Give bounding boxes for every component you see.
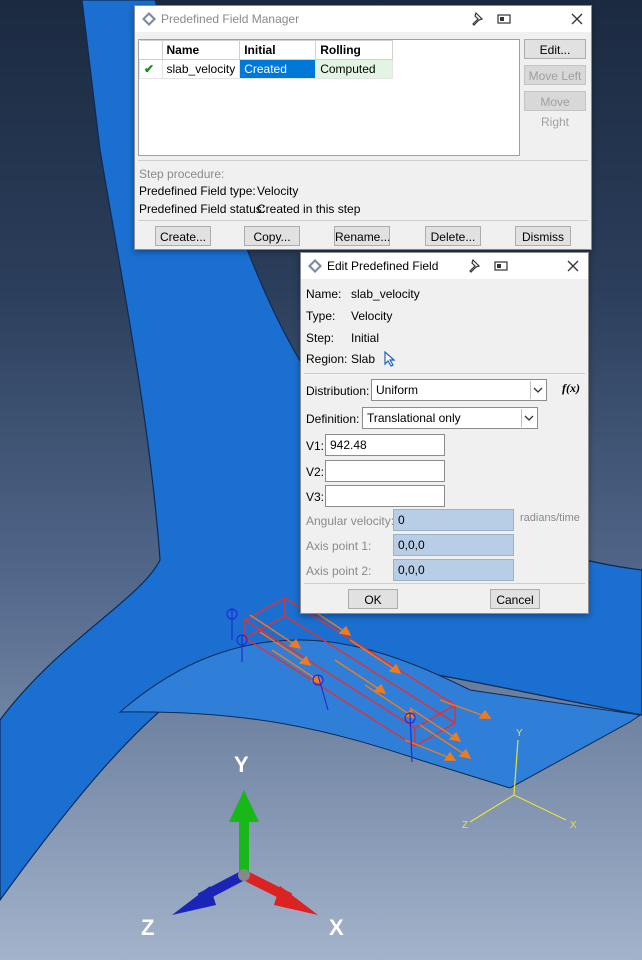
step-procedure-label: Step procedure: xyxy=(139,167,225,181)
v1-input[interactable]: 942.48 xyxy=(325,434,445,456)
manager-separator-1 xyxy=(138,160,588,161)
close-icon[interactable] xyxy=(569,11,585,27)
region-label: Region: xyxy=(306,352,348,366)
chevron-down-icon xyxy=(521,409,536,427)
editor-separator-2 xyxy=(304,583,585,584)
predefined-field-manager-dialog: Predefined Field Manager Name Initial Ro… xyxy=(134,5,592,250)
axis-point-1-input[interactable]: 0,0,0 xyxy=(393,534,514,556)
v2-label: V2: xyxy=(306,465,325,479)
copy-button[interactable]: Copy... xyxy=(244,226,300,246)
small-triad-x-label: X xyxy=(570,820,577,831)
name-value: slab_velocity xyxy=(351,287,420,301)
definition-label: Definition: xyxy=(306,412,360,426)
v2-input[interactable] xyxy=(325,460,445,482)
distribution-value: Uniform xyxy=(376,383,419,397)
dock-icon[interactable] xyxy=(496,11,512,27)
rename-button[interactable]: Rename... xyxy=(334,226,390,246)
pin-icon[interactable] xyxy=(467,258,483,274)
region-value: Slab xyxy=(351,352,376,366)
field-status-value: Created in this step xyxy=(257,202,361,216)
move-right-button[interactable]: Move Right xyxy=(524,91,586,129)
axis-point-1-label: Axis point 1: xyxy=(306,539,372,553)
angular-velocity-unit: radians/time xyxy=(520,512,580,524)
fx-button[interactable]: f(x) xyxy=(562,381,580,396)
editor-title: Edit Predefined Field xyxy=(327,259,439,273)
editor-separator-1 xyxy=(304,373,585,374)
small-triad-z-label: Z xyxy=(462,820,468,831)
definition-value: Translational only xyxy=(367,411,461,425)
angular-velocity-label: Angular velocity: xyxy=(306,514,395,528)
step-value: Initial xyxy=(351,331,380,345)
triad-z-label: Z xyxy=(141,915,154,940)
angular-velocity-input[interactable]: 0 xyxy=(393,509,514,531)
app-icon xyxy=(308,259,322,273)
cancel-button[interactable]: Cancel xyxy=(490,589,540,609)
edit-button[interactable]: Edit... xyxy=(524,39,586,59)
col-initial[interactable]: Initial xyxy=(239,40,317,60)
axis-point-2-input[interactable]: 0,0,0 xyxy=(393,559,514,581)
field-type-label: Predefined Field type: xyxy=(139,184,256,198)
axis-triad xyxy=(172,790,318,915)
manager-title: Predefined Field Manager xyxy=(161,12,300,26)
distribution-select[interactable]: Uniform xyxy=(371,379,547,401)
editor-titlebar[interactable]: Edit Predefined Field xyxy=(301,253,588,279)
field-type-value: Velocity xyxy=(257,184,299,198)
v3-input[interactable] xyxy=(325,485,445,507)
app-icon xyxy=(142,12,156,26)
field-table: Name Initial Rolling ✔ slab_velocity Cre… xyxy=(139,40,394,79)
edit-predefined-field-dialog: Edit Predefined Field Name: slab_velocit… xyxy=(300,252,589,614)
row-name-cell[interactable]: slab_velocity xyxy=(161,59,241,79)
type-label: Type: xyxy=(306,309,336,323)
manager-titlebar[interactable]: Predefined Field Manager xyxy=(135,6,591,32)
row-rolling-cell[interactable]: Computed xyxy=(315,59,394,79)
name-label: Name: xyxy=(306,287,342,301)
pin-icon[interactable] xyxy=(470,11,486,27)
move-left-button[interactable]: Move Left xyxy=(524,65,586,85)
triad-y-label: Y xyxy=(234,752,249,777)
dock-icon[interactable] xyxy=(493,258,509,274)
table-header-row: Name Initial Rolling xyxy=(139,40,394,60)
create-button[interactable]: Create... xyxy=(155,226,211,246)
v3-label: V3: xyxy=(306,490,325,504)
col-name[interactable]: Name xyxy=(161,40,241,60)
triad-x-label: X xyxy=(329,915,344,940)
small-triad-y-label: Y xyxy=(516,728,523,739)
v1-label: V1: xyxy=(306,439,325,453)
field-table-container[interactable]: Name Initial Rolling ✔ slab_velocity Cre… xyxy=(138,39,520,156)
field-status-label: Predefined Field status: xyxy=(139,202,266,216)
manager-separator-2 xyxy=(138,220,588,221)
row-initial-cell[interactable]: Created xyxy=(239,59,317,79)
close-icon[interactable] xyxy=(565,258,581,274)
table-row[interactable]: ✔ slab_velocity Created Computed xyxy=(139,59,394,79)
definition-select[interactable]: Translational only xyxy=(362,407,538,429)
check-icon: ✔ xyxy=(139,59,163,79)
ok-button[interactable]: OK xyxy=(348,589,398,609)
select-region-arrow-icon[interactable] xyxy=(383,351,397,367)
col-check xyxy=(139,40,163,60)
distribution-label: Distribution: xyxy=(306,384,370,398)
step-label: Step: xyxy=(306,331,335,345)
dismiss-button[interactable]: Dismiss xyxy=(515,226,571,246)
col-rolling[interactable]: Rolling xyxy=(315,40,394,60)
chevron-down-icon xyxy=(530,381,545,399)
type-value: Velocity xyxy=(351,309,393,323)
axis-point-2-label: Axis point 2: xyxy=(306,564,372,578)
delete-button[interactable]: Delete... xyxy=(425,226,481,246)
